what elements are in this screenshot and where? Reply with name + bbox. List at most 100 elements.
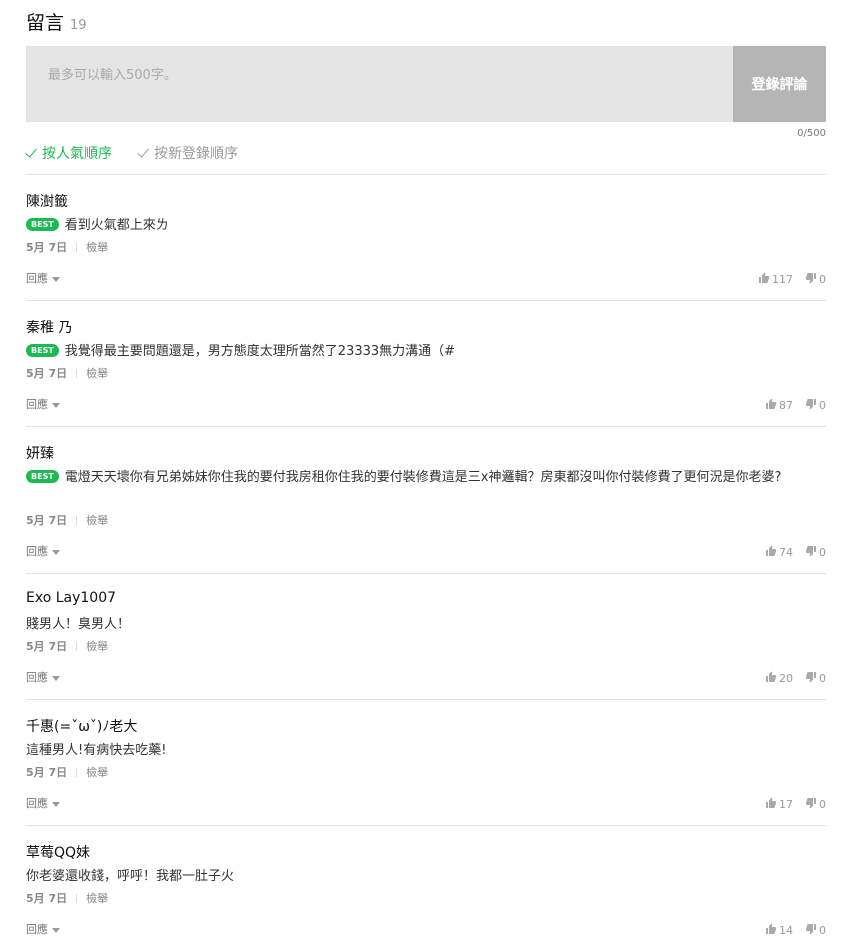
thumbs-up-icon: [758, 272, 772, 287]
comment-date: 5月 7日: [26, 892, 68, 905]
reply-toggle[interactable]: 回應: [26, 921, 60, 937]
comment-meta: 5月 7日 檢舉: [26, 764, 108, 780]
meta-divider: [76, 368, 78, 378]
comments-title: 留言: [26, 12, 65, 34]
like-button[interactable]: 87: [765, 398, 793, 413]
reply-toggle[interactable]: 回應: [26, 396, 60, 412]
thumbs-down-icon: [805, 545, 819, 560]
best-badge: BEST: [26, 344, 59, 357]
dislike-count: 0: [819, 273, 826, 286]
meta-divider: [76, 641, 78, 651]
like-button[interactable]: 17: [765, 797, 793, 812]
reply-toggle[interactable]: 回應: [26, 543, 60, 559]
reply-toggle[interactable]: 回應: [26, 669, 60, 685]
best-badge: BEST: [26, 470, 59, 483]
best-badge: BEST: [26, 218, 59, 231]
comment-text: 你老婆還收錢，呼呼！我都一肚子火: [26, 869, 235, 884]
comment-meta: 5月 7日 檢舉: [26, 512, 108, 528]
thumbs-up-icon: [765, 545, 779, 560]
sort-newest-label: 按新登錄順序: [154, 146, 238, 162]
sort-popular-label: 按人氣順序: [42, 146, 112, 162]
comment-date: 5月 7日: [26, 640, 68, 653]
sort-newest[interactable]: 按新登錄順序: [137, 143, 238, 163]
thumbs-up-icon: [765, 671, 779, 686]
comment-date: 5月 7日: [26, 766, 68, 779]
sort-popular[interactable]: 按人氣順序: [25, 143, 112, 163]
comment-body: BEST 我覺得最主要問題還是，男方態度太理所當然了23333無力溝通（#: [26, 341, 826, 362]
reply-toggle[interactable]: 回應: [26, 795, 60, 811]
check-icon: [137, 145, 149, 158]
thumbs-down-icon: [805, 797, 819, 812]
caret-down-icon: [52, 927, 60, 933]
like-count: 17: [779, 798, 793, 811]
caret-down-icon: [52, 549, 60, 555]
like-button[interactable]: 117: [758, 272, 793, 287]
reply-toggle[interactable]: 回應: [26, 270, 60, 286]
dislike-button[interactable]: 0: [805, 398, 826, 413]
meta-divider: [76, 767, 78, 777]
reply-label: 回應: [26, 797, 48, 810]
comment-text: 電燈天天壞你有兄弟姊妹你住我的要付我房租你住我的要付裝修費這是三x神邏輯？房東都…: [64, 470, 782, 485]
report-link[interactable]: 檢舉: [86, 365, 108, 381]
like-count: 117: [772, 273, 793, 286]
comment-author[interactable]: 千惠(=ˇωˇ)ﾉ老大: [26, 716, 137, 736]
dislike-count: 0: [819, 924, 826, 937]
comment-text: 賤男人！臭男人！: [26, 617, 131, 632]
reply-label: 回應: [26, 671, 48, 684]
dislike-button[interactable]: 0: [805, 545, 826, 560]
vote-group: 20 0: [765, 671, 826, 686]
reply-label: 回應: [26, 923, 48, 936]
dislike-count: 0: [819, 399, 826, 412]
dislike-button[interactable]: 0: [805, 797, 826, 812]
meta-divider: [76, 242, 78, 252]
comment-count: 19: [70, 18, 87, 33]
comment-body: BEST 看到火氣都上來ㄌ: [26, 215, 826, 236]
thumbs-down-icon: [805, 923, 819, 938]
reply-label: 回應: [26, 545, 48, 558]
like-button[interactable]: 20: [765, 671, 793, 686]
like-button[interactable]: 74: [765, 545, 793, 560]
like-button[interactable]: 14: [765, 923, 793, 938]
thumbs-up-icon: [765, 398, 779, 413]
comment-item: 千惠(=ˇωˇ)ﾉ老大這種男人!有病快去吃藥! 5月 7日 檢舉回應 17 0: [26, 699, 826, 825]
comment-item: Exo Lay1007 賤男人！臭男人！ 5月 7日 檢舉回應 20 0: [26, 573, 826, 699]
caret-down-icon: [52, 402, 60, 408]
comment-input[interactable]: [26, 46, 733, 122]
dislike-count: 0: [819, 798, 826, 811]
reply-label: 回應: [26, 398, 48, 411]
dislike-button[interactable]: 0: [805, 272, 826, 287]
report-link[interactable]: 檢舉: [86, 512, 108, 528]
caret-down-icon: [52, 801, 60, 807]
vote-group: 117 0: [758, 272, 826, 287]
comment-meta: 5月 7日 檢舉: [26, 239, 108, 255]
dislike-button[interactable]: 0: [805, 671, 826, 686]
comment-author[interactable]: 陳澍籤: [26, 191, 68, 211]
comment-author[interactable]: 妍臻: [26, 443, 54, 463]
meta-divider: [76, 515, 78, 525]
comment-body: 這種男人!有病快去吃藥!: [26, 740, 826, 761]
check-icon: [25, 145, 37, 158]
comment-list: 陳澍籤 BEST 看到火氣都上來ㄌ 5月 7日 檢舉 回應 117 0 秦稚 乃 BEST 我覺得最…: [26, 174, 826, 951]
comment-item: 陳澍籤 BEST 看到火氣都上來ㄌ 5月 7日 檢舉 回應 117 0: [26, 174, 826, 300]
report-link[interactable]: 檢舉: [86, 890, 108, 906]
comment-author[interactable]: 草莓QQ妹: [26, 842, 90, 862]
comment-text: 我覺得最主要問題還是，男方態度太理所當然了23333無力溝通（#: [64, 344, 456, 359]
like-count: 87: [779, 399, 793, 412]
vote-group: 74 0: [765, 545, 826, 560]
like-count: 14: [779, 924, 793, 937]
dislike-count: 0: [819, 672, 826, 685]
submit-comment-button[interactable]: 登錄評論: [733, 46, 826, 122]
report-link[interactable]: 檢舉: [86, 764, 108, 780]
comment-author[interactable]: Exo Lay1007: [26, 590, 116, 606]
comment-text: 這種男人!有病快去吃藥!: [26, 743, 167, 758]
report-link[interactable]: 檢舉: [86, 638, 108, 654]
thumbs-up-icon: [765, 923, 779, 938]
thumbs-down-icon: [805, 272, 819, 287]
comment-author[interactable]: 秦稚 乃: [26, 317, 72, 337]
report-link[interactable]: 檢舉: [86, 239, 108, 255]
comment-date: 5月 7日: [26, 514, 68, 527]
comment-composer: 登錄評論: [26, 46, 826, 122]
comment-body: BEST 電燈天天壞你有兄弟姊妹你住我的要付我房租你住我的要付裝修費這是三x神邏輯…: [26, 467, 826, 488]
char-counter: 0/500: [797, 128, 826, 139]
dislike-button[interactable]: 0: [805, 923, 826, 938]
